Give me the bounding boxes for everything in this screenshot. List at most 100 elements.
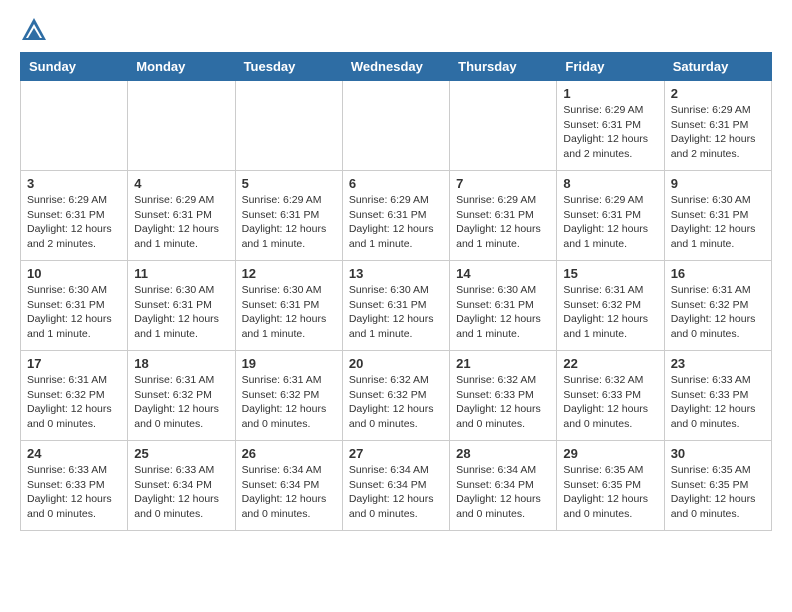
day-info: Sunrise: 6:29 AM Sunset: 6:31 PM Dayligh…: [563, 103, 657, 162]
calendar-cell-w4-d4: 28 Sunrise: 6:34 AM Sunset: 6:34 PM Dayli…: [450, 441, 557, 531]
calendar-cell-w1-d0: 3 Sunrise: 6:29 AM Sunset: 6:31 PM Daylig…: [21, 171, 128, 261]
day-info: Sunrise: 6:31 AM Sunset: 6:32 PM Dayligh…: [563, 283, 657, 342]
day-info: Sunrise: 6:30 AM Sunset: 6:31 PM Dayligh…: [242, 283, 336, 342]
calendar-cell-w2-d6: 16Sunrise: 6:31 AM Sunset: 6:32 PM Dayli…: [664, 261, 771, 351]
calendar-cell-w3-d3: 20 Sunrise: 6:32 AM Sunset: 6:32 PM Dayli…: [342, 351, 449, 441]
day-info: Sunrise: 6:32 AM Sunset: 6:33 PM Dayligh…: [456, 373, 550, 432]
day-number: 18: [134, 356, 228, 371]
calendar-cell-w1-d1: 4 Sunrise: 6:29 AM Sunset: 6:31 PM Daylig…: [128, 171, 235, 261]
calendar-cell-w0-d6: 2 Sunrise: 6:29 AM Sunset: 6:31 PM Daylig…: [664, 81, 771, 171]
day-info: Sunrise: 6:34 AM Sunset: 6:34 PM Dayligh…: [242, 463, 336, 522]
calendar-cell-w2-d0: 10 Sunrise: 6:30 AM Sunset: 6:31 PM Dayli…: [21, 261, 128, 351]
calendar-cell-w0-d0: [21, 81, 128, 171]
day-info: Sunrise: 6:32 AM Sunset: 6:33 PM Dayligh…: [563, 373, 657, 432]
calendar-cell-w1-d2: 5 Sunrise: 6:29 AM Sunset: 6:31 PM Daylig…: [235, 171, 342, 261]
calendar-cell-w0-d3: [342, 81, 449, 171]
day-info: Sunrise: 6:29 AM Sunset: 6:31 PM Dayligh…: [242, 193, 336, 252]
calendar-cell-w0-d4: [450, 81, 557, 171]
day-number: 24: [27, 446, 121, 461]
day-info: Sunrise: 6:30 AM Sunset: 6:31 PM Dayligh…: [456, 283, 550, 342]
calendar-cell-w2-d2: 12 Sunrise: 6:30 AM Sunset: 6:31 PM Dayli…: [235, 261, 342, 351]
calendar-cell-w4-d1: 25 Sunrise: 6:33 AM Sunset: 6:34 PM Dayli…: [128, 441, 235, 531]
calendar-cell-w1-d4: 7 Sunrise: 6:29 AM Sunset: 6:31 PM Daylig…: [450, 171, 557, 261]
day-info: Sunrise: 6:33 AM Sunset: 6:34 PM Dayligh…: [134, 463, 228, 522]
calendar-cell-w4-d5: 29 Sunrise: 6:35 AM Sunset: 6:35 PM Dayli…: [557, 441, 664, 531]
day-number: 12: [242, 266, 336, 281]
calendar-cell-w0-d2: [235, 81, 342, 171]
calendar-cell-w4-d0: 24 Sunrise: 6:33 AM Sunset: 6:33 PM Dayli…: [21, 441, 128, 531]
calendar-cell-w4-d3: 27 Sunrise: 6:34 AM Sunset: 6:34 PM Dayli…: [342, 441, 449, 531]
day-number: 9: [671, 176, 765, 191]
day-info: Sunrise: 6:29 AM Sunset: 6:31 PM Dayligh…: [671, 103, 765, 162]
day-number: 25: [134, 446, 228, 461]
calendar-cell-w2-d1: 11 Sunrise: 6:30 AM Sunset: 6:31 PM Dayli…: [128, 261, 235, 351]
day-number: 28: [456, 446, 550, 461]
day-number: 29: [563, 446, 657, 461]
logo-icon: [20, 16, 48, 44]
calendar-cell-w3-d2: 19 Sunrise: 6:31 AM Sunset: 6:32 PM Dayli…: [235, 351, 342, 441]
day-number: 27: [349, 446, 443, 461]
weekday-header-wednesday: Wednesday: [342, 53, 449, 81]
header-row: [20, 16, 772, 44]
day-info: Sunrise: 6:31 AM Sunset: 6:32 PM Dayligh…: [27, 373, 121, 432]
day-info: Sunrise: 6:33 AM Sunset: 6:33 PM Dayligh…: [27, 463, 121, 522]
day-info: Sunrise: 6:30 AM Sunset: 6:31 PM Dayligh…: [134, 283, 228, 342]
day-number: 19: [242, 356, 336, 371]
day-number: 13: [349, 266, 443, 281]
day-number: 26: [242, 446, 336, 461]
calendar-cell-w2-d3: 13 Sunrise: 6:30 AM Sunset: 6:31 PM Dayli…: [342, 261, 449, 351]
day-number: 17: [27, 356, 121, 371]
day-info: Sunrise: 6:35 AM Sunset: 6:35 PM Dayligh…: [563, 463, 657, 522]
day-info: Sunrise: 6:29 AM Sunset: 6:31 PM Dayligh…: [563, 193, 657, 252]
calendar-cell-w2-d5: 15 Sunrise: 6:31 AM Sunset: 6:32 PM Dayli…: [557, 261, 664, 351]
calendar-cell-w4-d2: 26 Sunrise: 6:34 AM Sunset: 6:34 PM Dayli…: [235, 441, 342, 531]
day-info: Sunrise: 6:29 AM Sunset: 6:31 PM Dayligh…: [456, 193, 550, 252]
calendar-cell-w0-d5: 1 Sunrise: 6:29 AM Sunset: 6:31 PM Daylig…: [557, 81, 664, 171]
day-info: Sunrise: 6:29 AM Sunset: 6:31 PM Dayligh…: [134, 193, 228, 252]
day-number: 14: [456, 266, 550, 281]
weekday-header-saturday: Saturday: [664, 53, 771, 81]
weekday-header-friday: Friday: [557, 53, 664, 81]
weekday-header-sunday: Sunday: [21, 53, 128, 81]
calendar-cell-w1-d3: 6 Sunrise: 6:29 AM Sunset: 6:31 PM Daylig…: [342, 171, 449, 261]
day-info: Sunrise: 6:30 AM Sunset: 6:31 PM Dayligh…: [27, 283, 121, 342]
calendar-cell-w2-d4: 14 Sunrise: 6:30 AM Sunset: 6:31 PM Dayli…: [450, 261, 557, 351]
day-info: Sunrise: 6:31 AM Sunset: 6:32 PM Dayligh…: [671, 283, 765, 342]
day-number: 4: [134, 176, 228, 191]
calendar-cell-w3-d4: 21Sunrise: 6:32 AM Sunset: 6:33 PM Dayli…: [450, 351, 557, 441]
day-info: Sunrise: 6:30 AM Sunset: 6:31 PM Dayligh…: [671, 193, 765, 252]
weekday-header-thursday: Thursday: [450, 53, 557, 81]
day-number: 15: [563, 266, 657, 281]
day-info: Sunrise: 6:29 AM Sunset: 6:31 PM Dayligh…: [27, 193, 121, 252]
logo: [20, 16, 52, 44]
calendar-cell-w0-d1: [128, 81, 235, 171]
day-info: Sunrise: 6:33 AM Sunset: 6:33 PM Dayligh…: [671, 373, 765, 432]
day-number: 5: [242, 176, 336, 191]
calendar-cell-w1-d5: 8 Sunrise: 6:29 AM Sunset: 6:31 PM Daylig…: [557, 171, 664, 261]
day-info: Sunrise: 6:32 AM Sunset: 6:32 PM Dayligh…: [349, 373, 443, 432]
page: SundayMondayTuesdayWednesdayThursdayFrid…: [0, 0, 792, 547]
day-info: Sunrise: 6:30 AM Sunset: 6:31 PM Dayligh…: [349, 283, 443, 342]
calendar-table: SundayMondayTuesdayWednesdayThursdayFrid…: [20, 52, 772, 531]
day-info: Sunrise: 6:31 AM Sunset: 6:32 PM Dayligh…: [242, 373, 336, 432]
day-number: 8: [563, 176, 657, 191]
day-number: 22: [563, 356, 657, 371]
day-info: Sunrise: 6:35 AM Sunset: 6:35 PM Dayligh…: [671, 463, 765, 522]
calendar-cell-w3-d6: 23 Sunrise: 6:33 AM Sunset: 6:33 PM Dayli…: [664, 351, 771, 441]
calendar-cell-w3-d5: 22 Sunrise: 6:32 AM Sunset: 6:33 PM Dayli…: [557, 351, 664, 441]
day-number: 3: [27, 176, 121, 191]
calendar-cell-w1-d6: 9 Sunrise: 6:30 AM Sunset: 6:31 PM Daylig…: [664, 171, 771, 261]
day-number: 6: [349, 176, 443, 191]
day-number: 23: [671, 356, 765, 371]
day-number: 2: [671, 86, 765, 101]
weekday-header-monday: Monday: [128, 53, 235, 81]
day-info: Sunrise: 6:34 AM Sunset: 6:34 PM Dayligh…: [456, 463, 550, 522]
day-info: Sunrise: 6:34 AM Sunset: 6:34 PM Dayligh…: [349, 463, 443, 522]
day-number: 7: [456, 176, 550, 191]
day-number: 11: [134, 266, 228, 281]
calendar-cell-w3-d1: 18Sunrise: 6:31 AM Sunset: 6:32 PM Dayli…: [128, 351, 235, 441]
day-number: 10: [27, 266, 121, 281]
day-number: 20: [349, 356, 443, 371]
day-info: Sunrise: 6:29 AM Sunset: 6:31 PM Dayligh…: [349, 193, 443, 252]
day-number: 1: [563, 86, 657, 101]
